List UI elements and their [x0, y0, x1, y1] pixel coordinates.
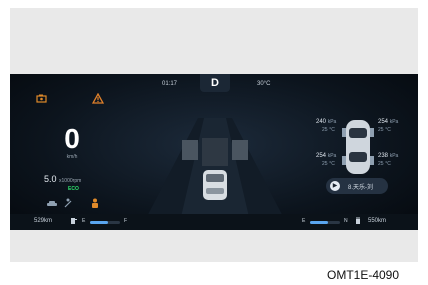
outside-temperature: 30°C — [257, 81, 271, 87]
hazard-triangle-icon — [91, 92, 105, 106]
tachometer: 5.0 x1000rpm — [44, 174, 81, 184]
figure-caption: OMT1E-4090 — [327, 268, 400, 282]
tire-rr-pressure: 238 — [378, 153, 389, 159]
battery-bar-start-label: E — [302, 218, 306, 224]
right-obstacle — [232, 140, 248, 160]
tire-rr-unit: kPa — [389, 153, 399, 159]
seatbelt-icon — [64, 198, 72, 210]
range-right: 550km — [368, 218, 387, 224]
tire-rr-temp-unit: °C — [385, 161, 391, 167]
person-warning-icon — [90, 198, 100, 211]
tire-rl-unit: kPa — [327, 153, 337, 159]
tire-rl-temp-unit: °C — [329, 161, 335, 167]
rpm-value: 5.0 — [44, 174, 57, 184]
fuel-bar-end-label: F — [124, 218, 128, 224]
media-now-playing[interactable]: ▶ 8.天乐-刘 — [326, 178, 388, 194]
tire-fl-pressure: 240 — [316, 119, 327, 125]
bottom-status-bar: 529km E F E N 550km — [10, 214, 418, 230]
bottom-margin — [10, 230, 418, 262]
fuel-bar-start-label: E — [82, 218, 86, 224]
tire-fl-unit: kPa — [327, 119, 337, 125]
media-track-label: 8.天乐-刘 — [348, 185, 374, 191]
tire-front-right: 254 kPa 25 °C — [378, 118, 398, 134]
fuel-pump-icon — [70, 217, 78, 227]
tire-fr-pressure: 254 — [378, 119, 389, 125]
speed-unit: km/h — [66, 154, 78, 160]
left-obstacle — [182, 140, 198, 160]
engine-warning-icon — [36, 94, 48, 106]
top-margin — [10, 8, 418, 74]
tire-fr-temp: 25 — [378, 127, 384, 133]
range-left: 529km — [34, 218, 53, 224]
battery-level-bar — [310, 221, 340, 224]
tire-rear-right: 238 kPa 25 °C — [378, 152, 398, 168]
tire-fr-temp-unit: °C — [385, 127, 391, 133]
top-status-bar: 01:17 D 30°C — [10, 74, 418, 94]
tire-rear-left: 254 kPa 25 °C — [316, 152, 336, 168]
drive-mode-badge: ECO — [68, 186, 79, 192]
plug-icon — [354, 217, 362, 227]
battery-level-fill — [310, 221, 328, 224]
tire-fl-temp-unit: °C — [329, 127, 335, 133]
tire-rr-temp: 25 — [378, 161, 384, 167]
instrument-cluster: 01:17 D 30°C 0 km/h 5.0 x1000rpm ECO 240… — [10, 74, 418, 230]
speed-value: 0 — [64, 123, 80, 154]
tire-fl-temp: 25 — [322, 127, 328, 133]
tire-rl-temp: 25 — [322, 161, 328, 167]
figure-frame: 01:17 D 30°C 0 km/h 5.0 x1000rpm ECO 240… — [0, 0, 428, 285]
battery-bar-end-label: N — [344, 218, 348, 224]
speedometer: 0 km/h — [48, 123, 96, 161]
car-icon — [46, 200, 58, 210]
tire-front-left: 240 kPa 25 °C — [316, 118, 336, 134]
fuel-level-fill — [90, 221, 108, 224]
rpm-unit: x1000rpm — [59, 178, 82, 184]
play-icon[interactable]: ▶ — [330, 181, 340, 191]
tire-car-top-view-icon — [342, 120, 374, 174]
tire-fr-unit: kPa — [389, 119, 399, 125]
fuel-level-bar — [90, 221, 120, 224]
gear-indicator: D — [200, 74, 230, 92]
tire-rl-pressure: 254 — [316, 153, 327, 159]
ego-vehicle-icon — [203, 170, 227, 200]
clock-time: 01:17 — [162, 81, 178, 87]
lead-vehicle-shadow — [202, 138, 228, 166]
